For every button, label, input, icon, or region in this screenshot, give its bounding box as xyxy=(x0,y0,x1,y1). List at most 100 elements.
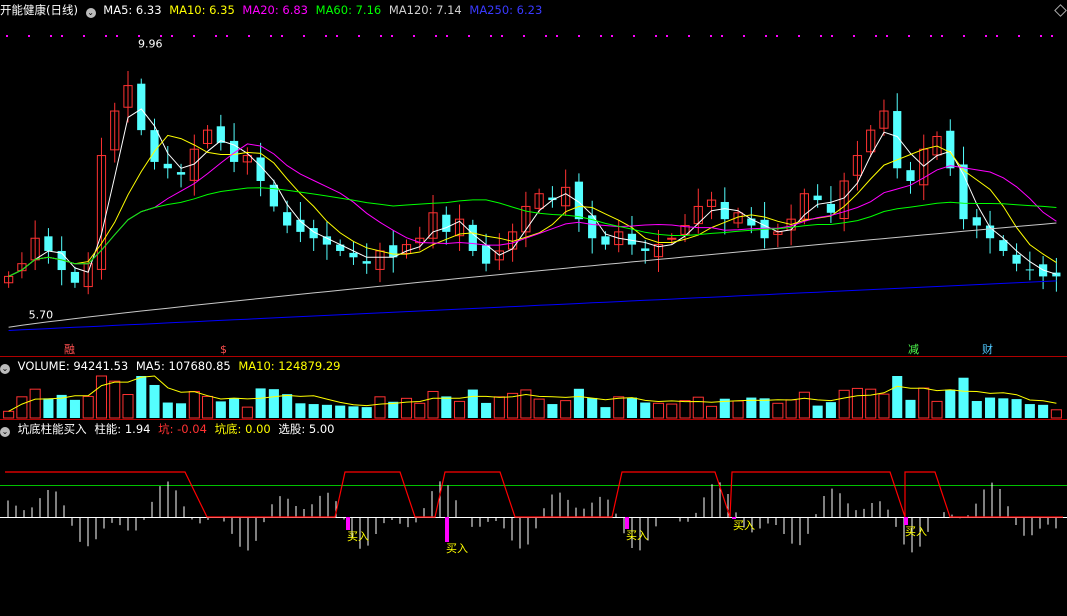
volume-bar xyxy=(865,388,877,419)
volume-readout: VOLUME: 94241.53 xyxy=(17,359,129,373)
candle-body xyxy=(667,237,677,240)
volume-bar xyxy=(945,389,956,418)
high-price-label: 9.96 xyxy=(138,38,163,51)
volume-bar xyxy=(162,402,173,418)
signal-dot xyxy=(963,35,965,37)
stock-title: 开能健康(日线) xyxy=(0,3,78,17)
candle-body xyxy=(1012,254,1021,264)
volume-bar xyxy=(692,396,704,419)
volume-bar xyxy=(573,388,584,418)
candle-body xyxy=(481,245,491,264)
signal-dot xyxy=(666,35,668,37)
ma120-line xyxy=(8,222,1057,328)
buy-signal-bar xyxy=(625,517,629,529)
chevron-down-icon[interactable]: ⌄ xyxy=(85,8,96,18)
signal-dot xyxy=(996,35,998,37)
volume-bar xyxy=(878,393,890,419)
volume-bar xyxy=(122,394,134,419)
chevron-down-icon[interactable]: ⌄ xyxy=(0,364,10,374)
volume-bar xyxy=(1050,409,1062,419)
signal-dot xyxy=(380,35,382,37)
volume-bar xyxy=(493,396,505,419)
chart-canvas[interactable]: 9.965.70融 $ 减财买入买入买入买入 买入 xyxy=(0,0,1067,612)
volume-bar xyxy=(43,398,54,418)
signal-dot xyxy=(721,35,723,37)
ma250-readout: MA250: 6.23 xyxy=(469,3,543,17)
signal-dot xyxy=(468,35,470,37)
volume-bar xyxy=(931,400,943,419)
volume-bar xyxy=(560,400,572,419)
candle-body xyxy=(137,83,146,131)
volume-bar xyxy=(215,401,226,418)
signal-dot xyxy=(83,35,85,37)
price-header: 开能健康(日线) ⌄ MA5: 6.33 MA10: 6.35 MA20: 6.… xyxy=(0,2,546,18)
buy-signal-bar xyxy=(445,517,449,542)
volume-bar xyxy=(176,403,187,418)
event-marker: 财 xyxy=(982,342,993,356)
signal-dot xyxy=(193,35,195,37)
volume-bar xyxy=(202,395,214,419)
signal-dot xyxy=(446,35,448,37)
volume-bar xyxy=(666,403,678,419)
signal-dot xyxy=(688,35,690,37)
ma250-line xyxy=(8,280,1057,331)
signal-dot xyxy=(215,35,217,37)
volume-bar xyxy=(282,394,293,418)
candle-body xyxy=(176,172,186,175)
volume-bar xyxy=(626,397,638,418)
signal-dot xyxy=(105,35,107,37)
event-marker: $ xyxy=(220,343,227,356)
kengdi-readout: 坑底: 0.00 xyxy=(214,422,271,436)
volume-bar xyxy=(321,404,332,418)
signal-dot xyxy=(578,35,580,37)
signal-dot xyxy=(908,35,910,37)
buy-signal-label: 买入 xyxy=(626,529,648,542)
signal-dot xyxy=(985,35,987,37)
signal-dot xyxy=(886,35,888,37)
signal-dot xyxy=(116,35,118,37)
buy-signal-label: 买入 xyxy=(733,519,755,532)
signal-dot xyxy=(611,35,613,37)
candle-body xyxy=(627,233,637,245)
signal-dot xyxy=(435,35,437,37)
signal-dot xyxy=(1040,35,1042,37)
volume-ma5-readout: MA5: 107680.85 xyxy=(135,359,231,373)
volume-bar xyxy=(95,375,108,419)
volume-bar xyxy=(851,387,863,419)
xuangu-readout: 选股: 5.00 xyxy=(278,422,335,436)
volume-bar xyxy=(29,388,41,419)
volume-bar xyxy=(892,376,903,418)
signal-dot xyxy=(875,35,877,37)
candle-body xyxy=(946,130,955,169)
volume-ma10-readout: MA10: 124879.29 xyxy=(238,359,341,373)
volume-bar xyxy=(255,388,266,418)
volume-bar xyxy=(759,398,770,418)
volume-bar xyxy=(441,396,452,418)
volume-bar xyxy=(136,376,147,418)
signal-dot xyxy=(710,35,712,37)
buy-signal-bar xyxy=(346,517,350,530)
volume-bar xyxy=(918,387,930,419)
volume-bar xyxy=(785,399,797,419)
candle-body xyxy=(44,236,53,251)
ma60-readout: MA60: 7.16 xyxy=(315,3,382,17)
volume-bar xyxy=(427,390,439,419)
candle-body xyxy=(283,212,292,226)
candle-body xyxy=(601,236,610,245)
volume-bar xyxy=(838,389,850,419)
candle-body xyxy=(999,240,1008,251)
ma120-readout: MA120: 7.14 xyxy=(388,3,462,17)
signal-dot xyxy=(743,35,745,37)
volume-bar xyxy=(1011,399,1022,418)
volume-bar xyxy=(454,400,466,419)
regime-line xyxy=(5,471,1063,518)
signal-dot xyxy=(226,35,228,37)
low-price-label: 5.70 xyxy=(29,309,53,322)
indicator-name: 坑底柱能买入 xyxy=(17,422,87,436)
volume-bar xyxy=(587,397,598,418)
ma10-readout: MA10: 6.35 xyxy=(169,3,235,17)
volume-bar xyxy=(3,410,15,419)
signal-dot xyxy=(820,35,822,37)
chevron-down-icon[interactable]: ⌄ xyxy=(0,427,10,437)
volume-bar xyxy=(652,402,665,419)
